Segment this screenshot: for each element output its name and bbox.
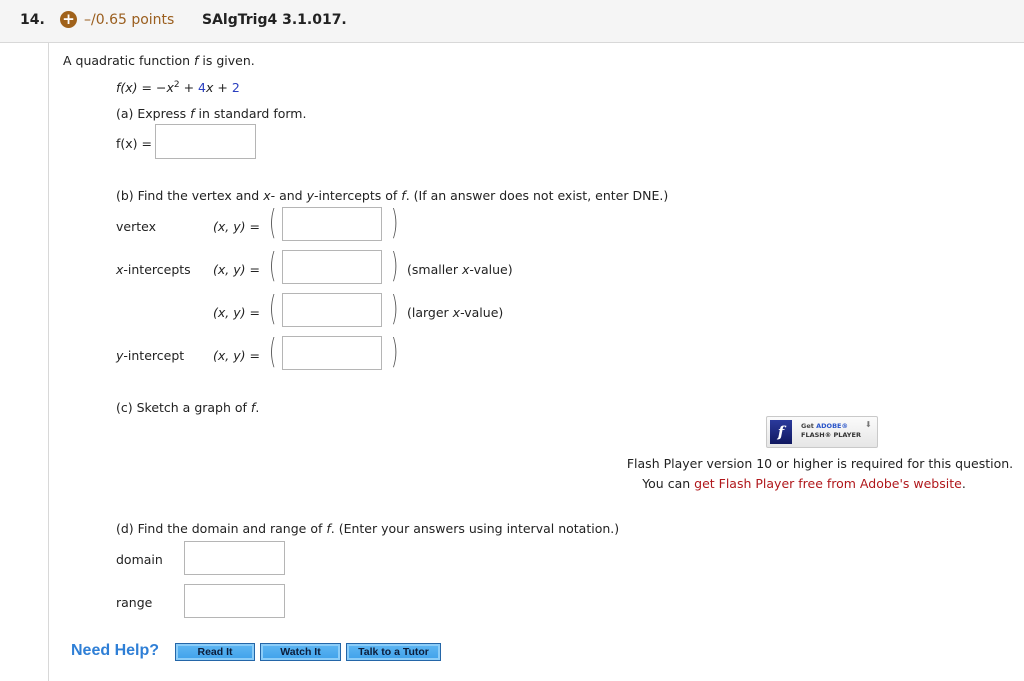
get-flash-player-link[interactable]: get Flash Player free from Adobe's websi… (694, 476, 962, 491)
question-id: SAlgTrig4 3.1.017. (202, 12, 347, 28)
coord-label: (x, y) = (213, 219, 260, 234)
flash-required-message: Flash Player version 10 or higher is req… (626, 456, 1014, 471)
x-intercepts-label: x-intercepts (116, 262, 191, 277)
constant-c: 2 (231, 80, 240, 96)
question-header: 14. + –/0.65 points SAlgTrig4 3.1.017. (0, 0, 1024, 43)
x-intercept-smaller-input[interactable] (282, 250, 382, 284)
coefficient-b: 4 (198, 80, 206, 96)
part-a-label: (a) Express f in standard form. (116, 106, 307, 121)
open-paren: ( (268, 203, 277, 243)
larger-x-note: (larger x-value) (407, 305, 504, 320)
vertex-input[interactable] (282, 207, 382, 241)
function-definition: f(x) = −x2 + 4x + 2 (116, 80, 240, 96)
flash-logo-icon: f (770, 420, 792, 444)
part-c-label: (c) Sketch a graph of f. (116, 400, 260, 415)
points-label: –/0.65 points (84, 12, 175, 28)
plus-circle-icon[interactable]: + (60, 11, 77, 28)
y-intercept-input[interactable] (282, 336, 382, 370)
coord-label: (x, y) = (213, 262, 260, 277)
part-b-instruction: (b) Find the vertex and x- and y-interce… (116, 188, 669, 203)
domain-label: domain (116, 552, 163, 567)
close-paren: ) (390, 203, 399, 243)
part-d-instruction: (d) Find the domain and range of f. (Ent… (116, 521, 620, 536)
read-it-button[interactable]: Read It (175, 643, 255, 661)
domain-input[interactable] (184, 541, 285, 575)
y-intercept-label: y-intercept (116, 348, 185, 363)
intro-text: A quadratic function f is given. (63, 53, 255, 68)
question-number: 14. (20, 12, 45, 28)
open-paren: ( (268, 246, 277, 286)
range-label: range (116, 595, 153, 610)
close-paren: ) (390, 289, 399, 329)
standard-form-input[interactable] (155, 124, 256, 159)
need-help-label: Need Help? (71, 642, 160, 659)
open-paren: ( (268, 332, 277, 372)
close-paren: ) (390, 332, 399, 372)
part-a-answer-label: f(x) = (116, 136, 152, 151)
left-divider (48, 43, 49, 681)
coord-label: (x, y) = (213, 305, 260, 320)
smaller-x-note: (smaller x-value) (407, 262, 513, 277)
coord-label: (x, y) = (213, 348, 260, 363)
get-flash-player-badge[interactable]: f Get ADOBE® FLASH® PLAYER ⬇ (766, 416, 878, 448)
talk-to-tutor-button[interactable]: Talk to a Tutor (346, 643, 441, 661)
x-intercept-larger-input[interactable] (282, 293, 382, 327)
range-input[interactable] (184, 584, 285, 618)
download-icon: ⬇ (865, 420, 872, 429)
close-paren: ) (390, 246, 399, 286)
flash-download-line: You can get Flash Player free from Adobe… (642, 476, 966, 491)
open-paren: ( (268, 289, 277, 329)
watch-it-button[interactable]: Watch It (260, 643, 341, 661)
vertex-label: vertex (116, 219, 156, 234)
